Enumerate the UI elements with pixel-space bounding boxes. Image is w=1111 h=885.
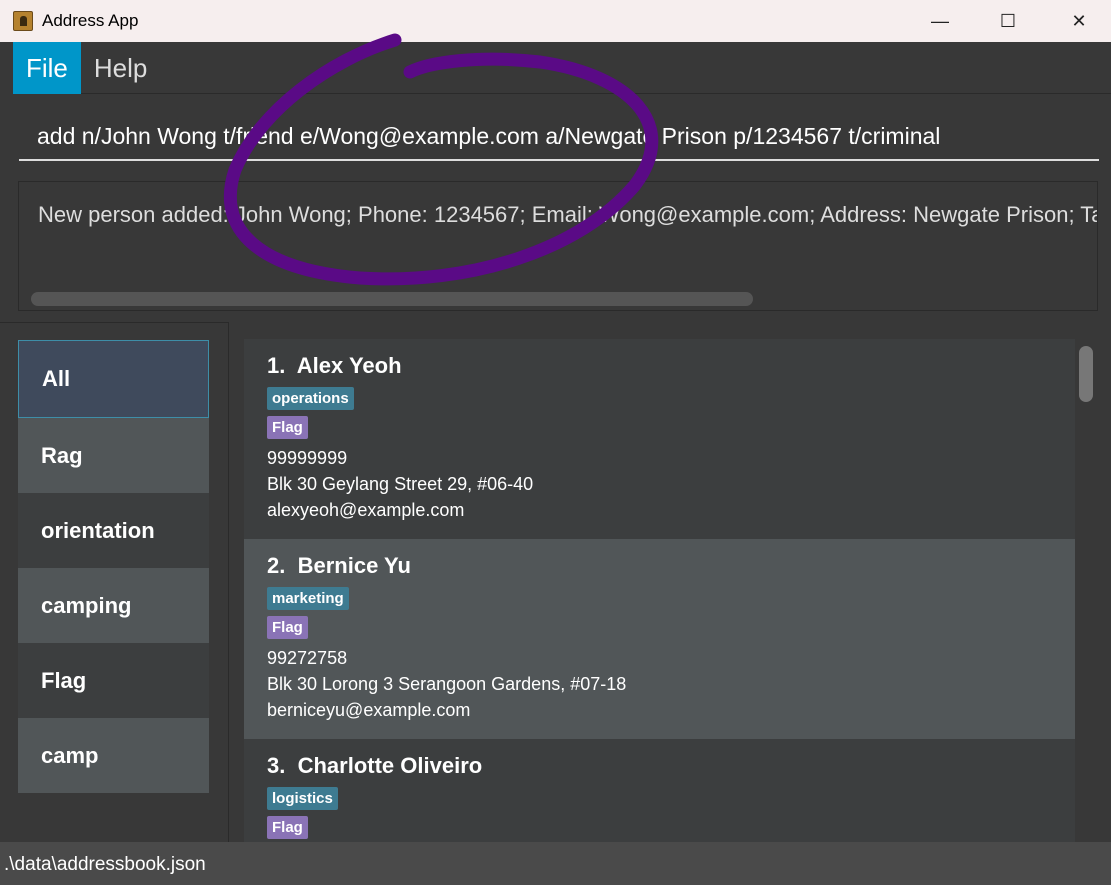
maximize-button[interactable]: ☐	[985, 0, 1031, 42]
person-phone: 99999999	[267, 448, 348, 468]
save-location: .\data\addressbook.json	[4, 854, 206, 875]
menu-file[interactable]: File	[13, 42, 81, 94]
vertical-scrollbar[interactable]	[1079, 346, 1093, 402]
tag-list: All Rag orientation camping Flag camp	[18, 340, 209, 793]
result-text: New person added: John Wong; Phone: 1234…	[38, 202, 1097, 227]
person-name-text: Bernice Yu	[297, 553, 411, 578]
tag-badge: marketing	[267, 587, 349, 610]
person-name-text: Alex Yeoh	[296, 353, 402, 378]
command-box	[13, 95, 1111, 175]
person-address: Blk 30 Geylang Street 29, #06-40	[267, 474, 534, 494]
tag-item-camp[interactable]: camp	[18, 718, 209, 793]
status-bar: .\data\addressbook.json	[0, 842, 1111, 885]
person-index: 1.	[267, 353, 286, 378]
person-name: 2. Bernice Yu	[267, 553, 1052, 579]
close-button[interactable]: ✕	[1056, 0, 1102, 42]
menu-help[interactable]: Help	[81, 42, 160, 94]
person-index: 2.	[267, 553, 286, 578]
menu-bar: File Help	[13, 42, 1111, 94]
person-email: berniceyu@example.com	[267, 700, 471, 720]
minimize-button[interactable]: —	[917, 0, 963, 42]
flag-badge: Flag	[267, 816, 308, 839]
tag-badge: operations	[267, 387, 354, 410]
command-input[interactable]	[19, 113, 1099, 161]
person-list: 1. Alex Yeoh operations Flag 99999999 Bl…	[228, 322, 1111, 845]
person-name: 1. Alex Yeoh	[267, 353, 1052, 379]
tag-item-all[interactable]: All	[18, 340, 209, 418]
person-name: 3. Charlotte Oliveiro	[267, 753, 1052, 779]
title-bar: Address App — ☐ ✕	[0, 0, 1111, 42]
person-index: 3.	[267, 753, 286, 778]
tag-item-flag[interactable]: Flag	[18, 643, 209, 718]
address-book-icon	[13, 11, 33, 31]
window-title: Address App	[42, 11, 139, 30]
person-card[interactable]: 2. Bernice Yu marketing Flag 99272758 Bl…	[244, 539, 1075, 739]
person-card[interactable]: 3. Charlotte Oliveiro logistics Flag	[244, 739, 1075, 845]
tag-item-camping[interactable]: camping	[18, 568, 209, 643]
horizontal-scrollbar[interactable]	[31, 292, 753, 306]
tag-item-orientation[interactable]: orientation	[18, 493, 209, 568]
person-address: Blk 30 Lorong 3 Serangoon Gardens, #07-1…	[267, 674, 627, 694]
tag-badge: logistics	[267, 787, 338, 810]
person-phone: 99272758	[267, 648, 348, 668]
person-email: alexyeoh@example.com	[267, 500, 465, 520]
person-card[interactable]: 1. Alex Yeoh operations Flag 99999999 Bl…	[244, 339, 1075, 539]
person-name-text: Charlotte Oliveiro	[297, 753, 483, 778]
tag-item-rag[interactable]: Rag	[18, 418, 209, 493]
flag-badge: Flag	[267, 616, 308, 639]
result-display: New person added: John Wong; Phone: 1234…	[18, 181, 1098, 311]
flag-badge: Flag	[267, 416, 308, 439]
